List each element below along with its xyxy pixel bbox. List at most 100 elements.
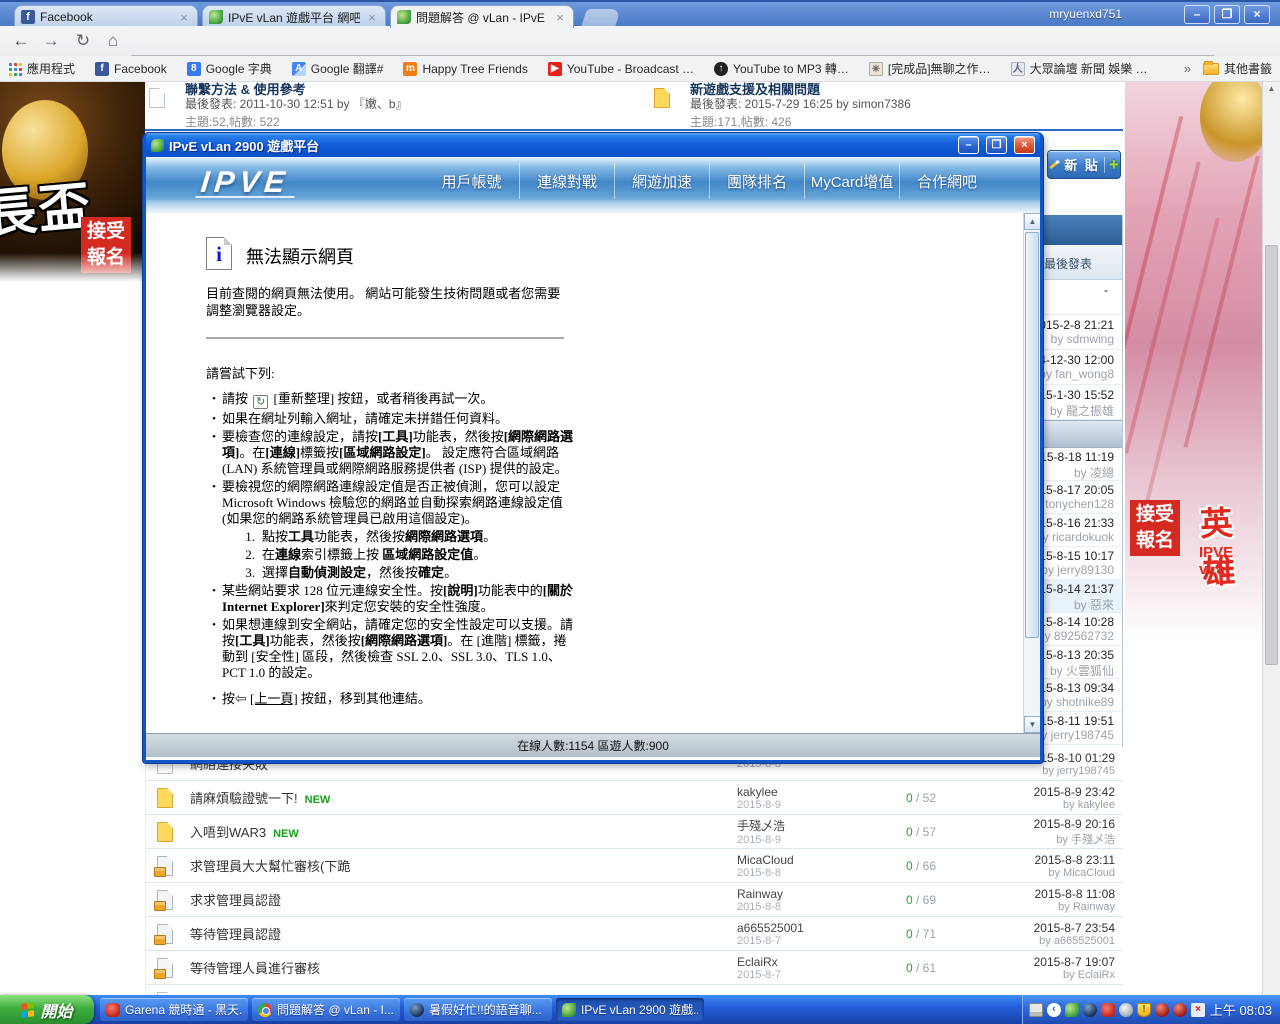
vlan-menu-item-2[interactable]: 連線對戰 <box>519 163 614 199</box>
bookmark-label: YouTube - Broadcast … <box>567 62 694 76</box>
last-post-author[interactable]: by kakylee <box>955 799 1115 811</box>
bookmark-1[interactable]: 應用程式 <box>8 60 75 77</box>
forum-cell-2[interactable]: 新遊戲支援及相關問題 最後發表: 2015-7-29 16:25 by simo… <box>650 82 1123 131</box>
topic-title[interactable]: 等待管理員認證 <box>190 927 281 942</box>
last-post-author[interactable]: by MicaCloud <box>955 867 1115 879</box>
tab-1[interactable]: fFacebook× <box>14 5 198 28</box>
topic-author[interactable]: a665525001 <box>737 921 887 935</box>
taskbar-task-1[interactable]: Garena 競時通 - 黑天... <box>100 998 248 1021</box>
topic-title[interactable]: 等待管理人員進行審核 <box>190 961 320 976</box>
folder-icon <box>1203 63 1219 75</box>
last-post-author[interactable]: by jerry198745 <box>955 765 1115 777</box>
topic-author[interactable]: Rainway <box>737 887 887 901</box>
tab-close-icon[interactable]: × <box>553 10 567 25</box>
last-post-author[interactable]: by 手殘乄浩 <box>955 831 1115 847</box>
tab-3[interactable]: 問題解答 @ vLan - IPvE vL× <box>390 5 574 28</box>
voice-chat-tray-icon[interactable] <box>1083 1003 1097 1017</box>
last-post-date: 2015-8-8 11:08 <box>955 887 1115 901</box>
vlan-menu-item-3[interactable]: 網遊加速 <box>614 163 709 199</box>
last-post-author[interactable]: by EclaiRx <box>955 969 1115 981</box>
error-list-item: 2.在連線索引標籤上按 區域網路設定值。 <box>236 547 574 563</box>
vlan-menu-item-6[interactable]: 合作網吧 <box>899 163 994 199</box>
refresh-icon: ↻ <box>253 395 268 409</box>
hide-icons-chevron-icon[interactable]: ‹ <box>1047 1003 1061 1017</box>
tab-close-icon[interactable]: × <box>365 10 379 25</box>
popup-scrollbar[interactable]: ▲ ▼ <box>1023 213 1040 733</box>
taskbar-task-4[interactable]: IPvE vLan 2900 遊戲... <box>556 998 704 1021</box>
forum-topic-table: 網絡連接失敗2015-8-82015-8-10 01:29by jerry198… <box>145 747 1123 995</box>
bookmark-9[interactable]: 人大眾論壇 新聞 娛樂 … <box>1011 60 1148 77</box>
topic-date: 2015-8-9 <box>737 799 887 811</box>
topic-title[interactable]: 請麻煩驗證號一下! <box>190 791 298 806</box>
tab-close-icon[interactable]: × <box>177 10 191 25</box>
taskbar-task-2[interactable]: 問題解答 @ vLan - I... <box>252 998 400 1021</box>
bookmark-5[interactable]: mHappy Tree Friends <box>403 62 527 76</box>
scroll-up-icon[interactable]: ▲ <box>1024 213 1040 230</box>
topic-title[interactable]: 入唔到WAR3 <box>190 825 266 840</box>
topic-date: 2015-8-7 <box>737 969 887 981</box>
page-scrollbar[interactable]: ▲ <box>1262 82 1280 995</box>
garena-tray-icon[interactable] <box>1101 1003 1115 1017</box>
reload-button[interactable]: ↻ <box>70 29 96 53</box>
last-post-author[interactable]: by a665525001 <box>955 935 1115 947</box>
vlan-menu: 用戶帳號連線對戰網遊加速團隊排名MyCard增值合作網吧 <box>424 163 994 199</box>
vlan-client-window: IPvE vLan 2900 遊戲平台 – ❐ × IPVE 用戶帳號連線對戰網… <box>143 133 1043 763</box>
forum-cell-1[interactable]: 聯繫方法 & 使用參考 最後發表: 2011-10-30 12:51 by 『嫩… <box>145 82 645 131</box>
taskbar-task-3[interactable]: 暑假好忙!!的語音聊... <box>404 998 552 1021</box>
window-close-button[interactable]: × <box>1244 5 1270 24</box>
new-tab-button[interactable] <box>581 9 621 27</box>
bookmark-2[interactable]: fFacebook <box>95 62 167 76</box>
right-banner-badge: 接受 報名 <box>1130 500 1180 556</box>
page-scrollbar-thumb[interactable] <box>1265 245 1278 665</box>
left-ad-banner[interactable]: 長盃 接受 報名 <box>0 82 145 287</box>
scroll-up-icon[interactable]: ▲ <box>1263 84 1280 93</box>
keyboard-icon[interactable] <box>1029 1003 1043 1017</box>
window-maximize-button[interactable]: ❐ <box>1214 5 1240 24</box>
new-post-button[interactable]: 新 貼 + <box>1047 150 1121 179</box>
bookmarks-overflow-icon[interactable]: » <box>1184 61 1191 76</box>
last-post-author[interactable]: by Rainway <box>955 901 1115 913</box>
bookmark-6[interactable]: ▶YouTube - Broadcast … <box>548 62 694 76</box>
popup-maximize-button[interactable]: ❐ <box>986 136 1007 154</box>
topic-author[interactable]: MicaCloud <box>737 853 887 867</box>
back-button[interactable]: ← <box>8 29 34 53</box>
forward-button[interactable]: → <box>38 29 64 53</box>
garena-icon <box>106 1003 120 1017</box>
other-bookmarks-button[interactable]: 其他書籤 <box>1203 60 1272 77</box>
topic-page-icon <box>157 788 173 808</box>
vlan-menu-item-1[interactable]: 用戶帳號 <box>424 163 519 199</box>
scroll-down-icon[interactable]: ▼ <box>1024 716 1040 733</box>
topic-title[interactable]: 求求管理員認證 <box>190 893 281 908</box>
reply-count: 0 <box>906 791 913 805</box>
bell-icon[interactable] <box>1119 1003 1133 1017</box>
window-titlebar[interactable]: IPvE vLan 2900 遊戲平台 – ❐ × <box>146 133 1040 157</box>
back-link[interactable]: [上一頁] <box>250 691 298 706</box>
game-tray-icon-2[interactable] <box>1173 1003 1187 1017</box>
vlan-tray-icon[interactable] <box>1065 1003 1079 1017</box>
popup-scrollbar-thumb[interactable] <box>1025 232 1039 638</box>
popup-close-button[interactable]: × <box>1014 136 1035 154</box>
bookmark-3[interactable]: 8Google 字典 <box>187 60 272 77</box>
game-tray-icon-1[interactable] <box>1155 1003 1169 1017</box>
popup-minimize-button[interactable]: – <box>958 136 979 154</box>
window-minimize-button[interactable]: – <box>1184 5 1210 24</box>
topic-title[interactable]: 求管理員大大幫忙審核(下跪 <box>190 859 350 874</box>
mp3-icon: ↑ <box>714 62 728 76</box>
home-button[interactable]: ⌂ <box>100 29 126 53</box>
topic-author[interactable]: kakylee <box>737 785 887 799</box>
bookmark-7[interactable]: ↑YouTube to MP3 轉… <box>714 60 849 77</box>
bookmark-8[interactable]: ✳[完成品]無聊之作… <box>869 60 991 77</box>
view-count: / 66 <box>913 859 936 873</box>
vlan-menu-item-5[interactable]: MyCard增值 <box>804 163 899 199</box>
topic-author[interactable]: EclaiRx <box>737 955 887 969</box>
tab-2[interactable]: IPvE vLan 遊戲平台 網吧系× <box>202 5 386 28</box>
topic-author[interactable]: 手殘乄浩 <box>737 817 887 834</box>
bookmark-4[interactable]: AGoogle 翻譯# <box>292 60 384 77</box>
vlan-menu-item-4[interactable]: 團隊排名 <box>709 163 804 199</box>
right-ad-banner[interactable]: 接受 報名 英雄 IPVE vLa <box>1125 82 1262 667</box>
back-icon: ⇦ <box>235 692 247 707</box>
reply-count: 0 <box>906 893 913 907</box>
start-button[interactable]: 開始 <box>0 995 94 1024</box>
blocked-network-icon[interactable]: × <box>1191 1003 1205 1017</box>
shield-icon[interactable]: ! <box>1137 1003 1151 1017</box>
